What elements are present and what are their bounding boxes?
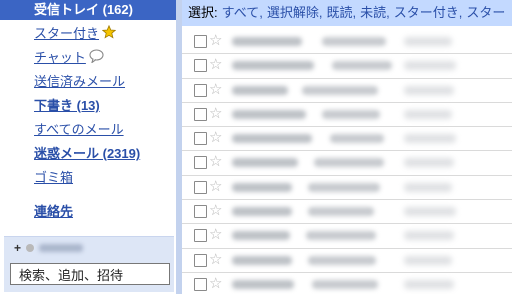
select-none-link[interactable]: 選択解除 (267, 5, 319, 20)
sidebar-item-all-mail[interactable]: すべてのメール (0, 120, 176, 140)
row-checkbox[interactable] (194, 35, 207, 48)
blurred-snippet (404, 109, 452, 119)
star-icon[interactable]: ☆ (209, 80, 222, 100)
sidebar-item-sent[interactable]: 送信済みメール (0, 72, 176, 92)
sidebar-item-label: チャット (34, 50, 86, 65)
blurred-sender (232, 109, 306, 119)
row-checkbox[interactable] (194, 253, 207, 267)
blurred-snippet (404, 85, 454, 95)
star-icon[interactable]: ☆ (209, 152, 222, 172)
blurred-subject (314, 158, 384, 168)
blurred-username (39, 244, 84, 252)
blurred-sender (232, 134, 312, 144)
blurred-snippet (404, 207, 456, 217)
blurred-subject (308, 207, 374, 217)
row-checkbox[interactable] (194, 83, 207, 97)
blurred-snippet (404, 134, 456, 144)
select-unstarred-link[interactable]: スター (466, 5, 505, 20)
row-checkbox[interactable] (194, 180, 207, 194)
table-row[interactable]: ☆ (182, 151, 512, 176)
sidebar-item-chat[interactable]: チャット (0, 48, 176, 68)
contacts-header: + (14, 241, 84, 255)
select-read-link[interactable]: 既読 (326, 5, 352, 20)
star-icon[interactable]: ☆ (209, 201, 222, 221)
star-icon[interactable]: ☆ (209, 274, 222, 294)
star-icon[interactable]: ☆ (209, 128, 222, 148)
add-contact-icon[interactable]: + (14, 241, 21, 255)
star-icon[interactable]: ☆ (209, 177, 222, 197)
blurred-subject (330, 134, 384, 144)
table-row[interactable]: ☆ (182, 175, 512, 201)
table-row[interactable]: ☆ (182, 54, 512, 79)
blurred-snippet (404, 279, 454, 289)
star-icon[interactable]: ☆ (209, 55, 222, 75)
message-list-pane: 選択: すべて, 選択解除, 既読, 未読, スター付き, スター ☆ ☆ ☆ ☆ ☆ ☆ … (182, 0, 512, 294)
sidebar-item-trash[interactable]: ゴミ箱 (0, 168, 176, 188)
star-icon[interactable]: ☆ (209, 250, 222, 270)
blurred-snippet (404, 231, 454, 241)
blurred-snippet (404, 158, 454, 168)
blurred-snippet (404, 255, 452, 265)
blurred-sender (232, 231, 290, 241)
table-row[interactable]: ☆ (182, 127, 512, 152)
chat-bubble-icon (89, 49, 104, 69)
blurred-sender (232, 158, 298, 168)
table-row[interactable]: ☆ (182, 200, 512, 225)
row-checkbox[interactable] (194, 205, 207, 219)
star-icon[interactable]: ☆ (209, 104, 222, 124)
row-checkbox[interactable] (194, 107, 207, 121)
sidebar-item-label: スター付き (34, 26, 100, 41)
blurred-snippet (404, 61, 456, 71)
row-checkbox[interactable] (194, 277, 207, 291)
blurred-sender (232, 182, 292, 192)
blurred-subject (306, 231, 376, 241)
blurred-sender (232, 279, 294, 289)
star-icon[interactable]: ☆ (209, 225, 222, 245)
select-starred-link[interactable]: スター付き (394, 5, 459, 20)
blurred-subject (308, 182, 380, 192)
blurred-subject (312, 279, 378, 289)
select-label: 選択: (188, 5, 218, 20)
blurred-sender (232, 207, 292, 217)
select-unread-link[interactable]: 未読 (360, 5, 386, 20)
sidebar-item-starred[interactable]: スター付き (0, 24, 176, 44)
row-checkbox[interactable] (194, 156, 207, 170)
chat-contacts-panel: + (4, 236, 174, 292)
blurred-sender (232, 255, 292, 265)
star-icon (101, 24, 117, 45)
select-all-link[interactable]: すべて (222, 5, 260, 20)
sidebar-item-spam[interactable]: 迷惑メール (2319) (0, 144, 176, 164)
blurred-subject (322, 109, 380, 119)
blurred-subject (322, 37, 386, 46)
row-checkbox[interactable] (194, 59, 207, 73)
table-row[interactable]: ☆ (182, 272, 512, 294)
blurred-snippet (404, 37, 452, 46)
blurred-subject (302, 85, 378, 95)
table-row[interactable]: ☆ (182, 78, 512, 103)
status-dot-icon[interactable] (26, 244, 35, 252)
row-checkbox[interactable] (194, 132, 207, 146)
blurred-subject (308, 255, 376, 265)
sidebar-item-inbox[interactable]: 受信トレイ (162) (0, 0, 176, 20)
table-row[interactable]: ☆ (182, 248, 512, 273)
selection-toolbar: 選択: すべて, 選択解除, 既読, 未読, スター付き, スター (182, 0, 512, 26)
sidebar-item-contacts[interactable]: 連絡先 (0, 202, 176, 222)
contacts-search-input[interactable] (10, 263, 170, 285)
star-icon[interactable]: ☆ (209, 31, 222, 51)
blurred-sender (232, 85, 288, 95)
blurred-sender (232, 61, 314, 71)
blurred-subject (332, 61, 392, 71)
row-checkbox[interactable] (194, 229, 207, 243)
table-row[interactable]: ☆ (182, 30, 512, 55)
sidebar: 受信トレイ (162) スター付き チャット 送信済みメール 下書き (13) … (0, 0, 176, 294)
blurred-sender (232, 37, 302, 46)
table-row[interactable]: ☆ (182, 224, 512, 249)
message-list: ☆ ☆ ☆ ☆ ☆ ☆ ☆ ☆ ☆ ☆ ☆ (182, 30, 512, 294)
table-row[interactable]: ☆ (182, 102, 512, 128)
sidebar-item-drafts[interactable]: 下書き (13) (0, 96, 176, 116)
blurred-snippet (404, 182, 452, 192)
